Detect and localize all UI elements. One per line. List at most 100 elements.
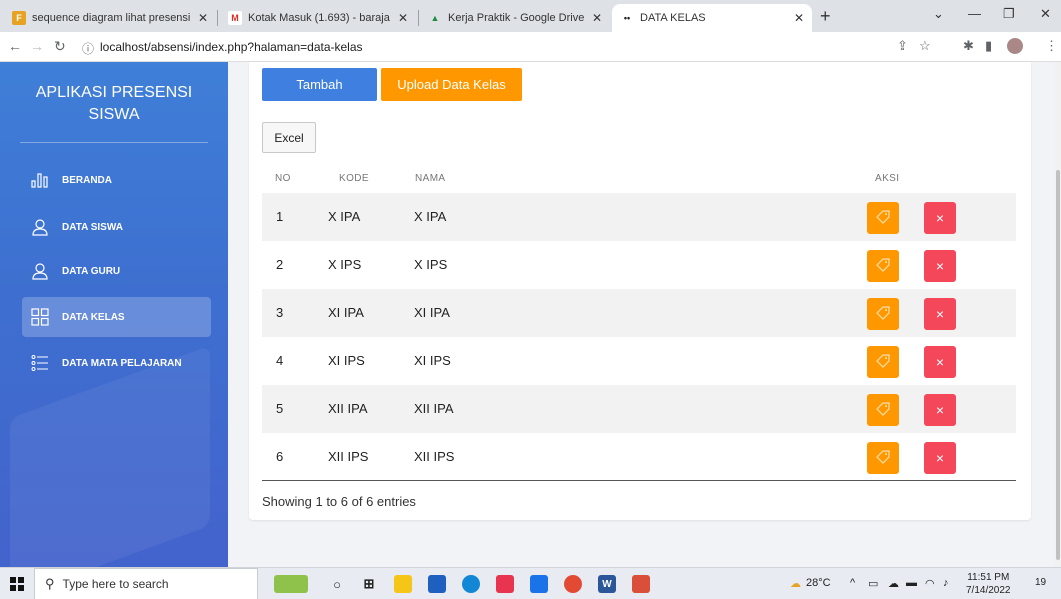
page-scrollbar-thumb[interactable] bbox=[1056, 170, 1060, 560]
table-row: 1 X IPA X IPA × bbox=[262, 193, 1016, 241]
cortana-icon[interactable]: ○ bbox=[328, 575, 346, 593]
browser-tab-1[interactable]: F sequence diagram lihat presensi ✕ bbox=[4, 4, 216, 32]
delete-button[interactable]: × bbox=[924, 250, 956, 282]
site-info-icon[interactable]: ⓘ bbox=[82, 40, 94, 57]
tab-search-icon[interactable]: ⌄ bbox=[933, 6, 944, 22]
battery-icon[interactable]: ▬ bbox=[906, 577, 917, 589]
maximize-icon[interactable]: ❐ bbox=[1003, 6, 1015, 22]
browser-tab-4[interactable]: •• DATA KELAS ✕ bbox=[612, 4, 812, 32]
edit-button[interactable] bbox=[867, 442, 899, 474]
cloud-icon[interactable]: ☁ bbox=[888, 577, 899, 590]
url-field[interactable]: localhost/absensi/index.php?halaman=data… bbox=[100, 40, 363, 54]
edit-button[interactable] bbox=[867, 394, 899, 426]
new-tab-icon[interactable]: + bbox=[820, 6, 831, 27]
forward-icon[interactable]: → bbox=[30, 38, 44, 54]
cell-nama: XII IPS bbox=[414, 449, 455, 464]
window-close-icon[interactable]: ✕ bbox=[1040, 6, 1051, 22]
app-title-line2: SISWA bbox=[88, 106, 140, 123]
sidebar-item-data-siswa[interactable]: DATA SISWA bbox=[22, 207, 211, 247]
cell-kode: X IPS bbox=[328, 257, 362, 272]
chrome-icon[interactable] bbox=[564, 575, 582, 593]
delete-button[interactable]: × bbox=[924, 394, 956, 426]
cell-no: 3 bbox=[276, 305, 284, 320]
tray-chevron-icon[interactable]: ^ bbox=[850, 577, 855, 589]
close-tab-icon[interactable]: ✕ bbox=[794, 11, 804, 25]
xampp-icon[interactable] bbox=[632, 575, 650, 593]
notification-icon[interactable]: 19 bbox=[1035, 577, 1046, 588]
sidebar-item-data-kelas[interactable]: DATA KELAS bbox=[22, 297, 211, 337]
gmail-favicon-icon: M bbox=[228, 11, 242, 25]
browser-tab-3[interactable]: ▲ Kerja Praktik - Google Drive ✕ bbox=[420, 4, 610, 32]
wifi-icon[interactable]: ◠ bbox=[925, 577, 935, 590]
bar-chart-icon bbox=[30, 170, 50, 190]
browser-tab-2[interactable]: M Kotak Masuk (1.693) - baraja.nad ✕ bbox=[220, 4, 416, 32]
windows-start-icon[interactable] bbox=[10, 577, 24, 591]
clock-date: 7/14/2022 bbox=[966, 585, 1011, 596]
browser-menu-icon[interactable]: ⋮ bbox=[1045, 38, 1058, 54]
cell-nama: XI IPS bbox=[414, 353, 451, 368]
edit-button[interactable] bbox=[867, 250, 899, 282]
user-icon bbox=[30, 261, 50, 281]
tambah-button[interactable]: Tambah bbox=[262, 68, 377, 101]
clock-time: 11:51 PM bbox=[967, 572, 1010, 583]
volume-icon[interactable]: ♪ bbox=[943, 577, 949, 589]
taskbar-search-box[interactable]: ⚲ Type here to search bbox=[34, 568, 258, 599]
microsoft-store-icon[interactable] bbox=[496, 575, 514, 593]
weather-widget-icon[interactable] bbox=[274, 575, 308, 593]
task-view-icon[interactable]: ⊞ bbox=[360, 575, 378, 593]
taskbar: ⚲ Type here to search ○ ⊞ W ☁ 28°C ^ ▭ ☁… bbox=[0, 567, 1061, 599]
cell-no: 4 bbox=[276, 353, 284, 368]
cell-kode: XII IPA bbox=[328, 401, 368, 416]
delete-button[interactable]: × bbox=[924, 346, 956, 378]
sidebar-item-data-guru[interactable]: DATA GURU bbox=[22, 251, 211, 291]
sidebar-item-label: DATA GURU bbox=[62, 265, 121, 277]
tab-label: Kotak Masuk (1.693) - baraja.nad bbox=[248, 12, 390, 24]
close-icon: × bbox=[935, 450, 945, 466]
column-header-aksi: AKSI bbox=[875, 173, 900, 184]
sidebar: APLIKASI PRESENSI SISWA BERANDA DATA SIS… bbox=[0, 62, 228, 567]
cell-kode: X IPA bbox=[328, 209, 361, 224]
column-header-nama: NAMA bbox=[415, 173, 446, 184]
excel-export-button[interactable]: Excel bbox=[262, 122, 316, 153]
delete-button[interactable]: × bbox=[924, 442, 956, 474]
page-favicon-icon: •• bbox=[623, 13, 631, 23]
system-clock[interactable]: 11:51 PM 7/14/2022 bbox=[966, 571, 1011, 597]
edit-button[interactable] bbox=[867, 346, 899, 378]
cell-nama: X IPS bbox=[414, 257, 448, 272]
cell-nama: XI IPA bbox=[414, 305, 450, 320]
sidebar-item-beranda[interactable]: BERANDA bbox=[22, 160, 211, 200]
minimize-icon[interactable]: — bbox=[968, 6, 981, 21]
file-explorer-icon[interactable] bbox=[394, 575, 412, 593]
back-icon[interactable]: ← bbox=[8, 38, 22, 54]
profile-avatar[interactable] bbox=[1007, 38, 1023, 54]
main-content: Tambah Upload Data Kelas Excel NO KODE N… bbox=[228, 62, 1055, 567]
sidebar-item-label: DATA SISWA bbox=[62, 221, 123, 233]
weather-temperature[interactable]: 28°C bbox=[806, 577, 831, 589]
close-tab-icon[interactable]: ✕ bbox=[592, 11, 602, 25]
word-icon[interactable]: W bbox=[598, 575, 616, 593]
edit-button[interactable] bbox=[867, 202, 899, 234]
side-panel-icon[interactable]: ▮ bbox=[985, 38, 992, 54]
edit-button[interactable] bbox=[867, 298, 899, 330]
edge-icon[interactable] bbox=[462, 575, 480, 593]
close-icon: × bbox=[935, 210, 945, 226]
network-icon[interactable]: ▭ bbox=[868, 577, 878, 590]
reload-icon[interactable]: ↻ bbox=[54, 38, 66, 55]
app-title-line1: APLIKASI PRESENSI bbox=[35, 84, 193, 101]
mail-icon[interactable] bbox=[530, 575, 548, 593]
share-icon[interactable]: ⇪ bbox=[897, 38, 908, 54]
search-placeholder: Type here to search bbox=[62, 577, 169, 591]
close-tab-icon[interactable]: ✕ bbox=[198, 11, 208, 25]
column-header-no: NO bbox=[275, 173, 291, 184]
delete-button[interactable]: × bbox=[924, 202, 956, 234]
close-tab-icon[interactable]: ✕ bbox=[398, 11, 408, 25]
weather-sun-icon: ☁ bbox=[790, 578, 801, 590]
extensions-icon[interactable]: ✱ bbox=[963, 38, 974, 54]
delete-button[interactable]: × bbox=[924, 298, 956, 330]
upload-data-kelas-button[interactable]: Upload Data Kelas bbox=[381, 68, 522, 101]
table-row: 2 X IPS X IPS × bbox=[262, 241, 1016, 289]
store-icon[interactable] bbox=[428, 575, 446, 593]
bookmark-star-icon[interactable]: ☆ bbox=[919, 38, 931, 54]
sidebar-item-data-mata-pelajaran[interactable]: DATA MATA PELAJARAN bbox=[22, 343, 211, 383]
tab-label: DATA KELAS bbox=[640, 12, 706, 24]
